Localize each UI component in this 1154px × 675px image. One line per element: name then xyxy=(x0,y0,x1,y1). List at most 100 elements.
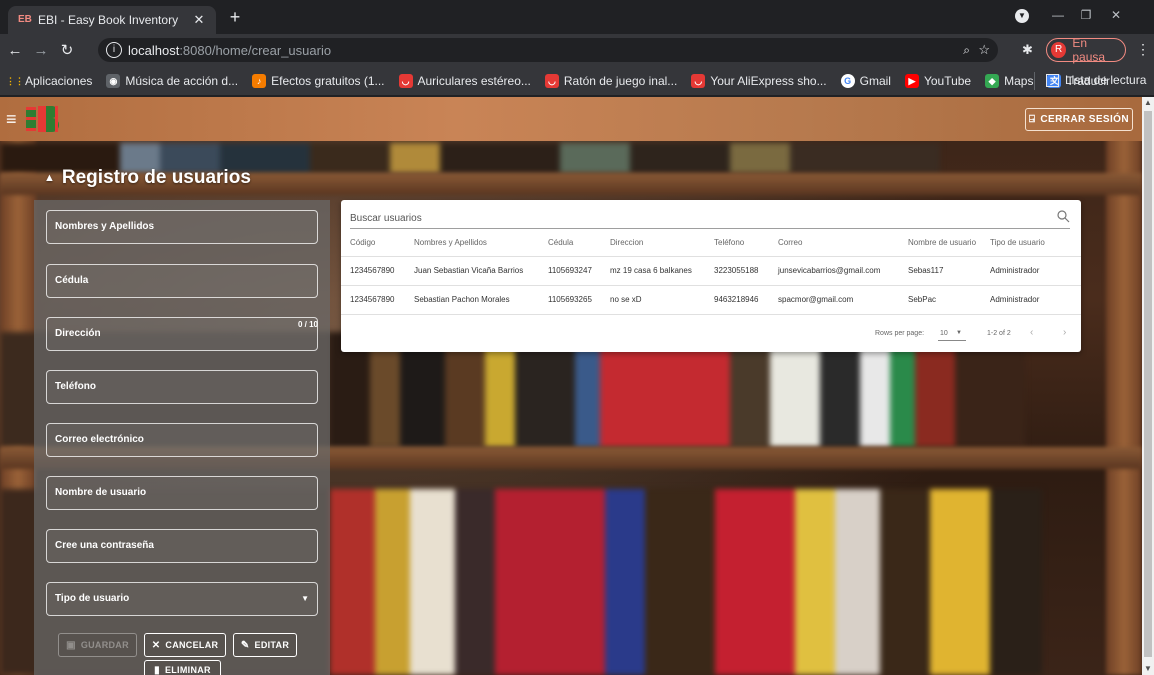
cancel-button[interactable]: ✕ CANCELAR xyxy=(144,633,226,657)
pencil-icon: ✎ xyxy=(240,639,250,651)
col-header-codigo[interactable]: Código xyxy=(341,230,405,257)
url-path: :8080/home/crear_usuario xyxy=(179,42,332,58)
col-header-correo[interactable]: Correo xyxy=(769,230,899,257)
bookmark-item[interactable]: ⋮⋮ Aplicaciones xyxy=(6,74,92,88)
password-field[interactable]: Cree una contraseña xyxy=(46,529,318,563)
col-header-telefono[interactable]: Teléfono xyxy=(705,230,769,257)
site-info-icon[interactable]: i xyxy=(106,42,122,58)
window-close-icon[interactable]: ✕ xyxy=(1102,4,1130,26)
bookmark-label: Auriculares estéreo... xyxy=(417,73,531,88)
username-field[interactable]: Nombre de usuario xyxy=(46,476,318,510)
browser-toolbar: ← → ↻ i localhost :8080/home/crear_usuar… xyxy=(0,34,1154,66)
app-page: ≡ ⍈ CERRAR SESIÓN ▲ Registro de usuarios… xyxy=(0,97,1142,675)
col-header-tipo[interactable]: Tipo de usuario xyxy=(981,230,1081,257)
extensions-puzzle-icon[interactable]: ✱ xyxy=(1022,42,1033,58)
search-users-input[interactable]: Buscar usuarios xyxy=(350,209,1070,229)
bookmark-star-icon[interactable]: ☆ xyxy=(978,42,990,58)
back-icon[interactable]: ← xyxy=(4,42,26,59)
next-page-icon[interactable]: › xyxy=(1063,327,1066,338)
restore-icon[interactable]: ❐ xyxy=(1072,4,1100,26)
tab-close-icon[interactable]: ✕ xyxy=(192,12,206,28)
table-cell: no se xD xyxy=(601,285,705,315)
profile-pause-button[interactable]: R En pausa xyxy=(1046,36,1126,64)
youtube-icon: ▶ xyxy=(904,73,919,88)
table-cell: Administrador xyxy=(981,256,1081,286)
bookmark-item[interactable]: ▶ YouTube xyxy=(904,73,972,88)
user-type-select[interactable]: Tipo de usuario ▼ xyxy=(46,582,318,616)
bookmark-item[interactable]: ◡ Your AliExpress sho... xyxy=(691,73,827,88)
browser-tab[interactable]: EB EBI - Easy Book Inventory ✕ xyxy=(8,6,216,34)
table-cell: junsevicabarrios@gmail.com xyxy=(769,256,899,286)
new-tab-icon[interactable]: + xyxy=(224,6,246,28)
rows-per-page-select[interactable]: 10 ▼ xyxy=(938,325,966,341)
phone-field-label: Teléfono xyxy=(55,381,96,392)
apps-grid-icon: ⋮⋮ xyxy=(6,75,24,86)
cedula-field[interactable]: Cédula xyxy=(46,264,318,298)
aliexpress-icon: ◡ xyxy=(544,73,559,88)
address-bar[interactable]: i localhost :8080/home/crear_usuario ⌕ ☆ xyxy=(98,38,998,62)
browser-menu-icon[interactable]: ⋮ xyxy=(1136,41,1150,58)
bookmark-label: Música de acción d... xyxy=(125,73,239,88)
bookmark-label: Maps xyxy=(1004,73,1034,88)
col-header-nombres[interactable]: Nombres y Apellidos xyxy=(405,230,539,257)
table-cell: 1234567890 xyxy=(341,256,405,286)
names-field[interactable]: Nombres y Apellidos xyxy=(46,210,318,244)
scrollbar-thumb[interactable] xyxy=(1144,111,1152,657)
reading-list-label: Lista de lectura xyxy=(1065,73,1147,87)
profile-indicator-icon[interactable]: ▼ xyxy=(1015,9,1029,23)
search-icon[interactable] xyxy=(1056,209,1070,223)
bookmark-item[interactable]: ◆ Maps xyxy=(985,73,1034,88)
reading-list-icon: ≡ xyxy=(1046,73,1059,87)
bookmark-label: Ratón de juego inal... xyxy=(563,73,678,88)
google-icon: G xyxy=(840,73,855,88)
close-icon: ✕ xyxy=(151,639,161,651)
save-label: GUARDAR xyxy=(80,640,129,650)
email-field[interactable]: Correo electrónico xyxy=(46,423,318,457)
bookmark-item[interactable]: ◉ Música de acción d... xyxy=(106,73,239,88)
table-cell: 1105693265 xyxy=(539,285,601,315)
edit-button[interactable]: ✎ EDITAR xyxy=(233,633,297,657)
prev-page-icon[interactable]: ‹ xyxy=(1030,327,1033,338)
save-button[interactable]: ▣ GUARDAR xyxy=(58,633,137,657)
scroll-down-icon[interactable]: ▼ xyxy=(1142,663,1154,675)
bookmark-item[interactable]: G Gmail xyxy=(840,73,891,88)
rows-per-page-value: 10 xyxy=(940,330,948,337)
bookmark-label: Efectos gratuitos (1... xyxy=(271,73,385,88)
table-row[interactable]: 1234567890 Sebastian Pachon Morales 1105… xyxy=(341,285,1081,315)
bookmark-item[interactable]: ◡ Ratón de juego inal... xyxy=(544,73,678,88)
hamburger-menu-icon[interactable]: ≡ xyxy=(6,109,17,130)
reading-list-button[interactable]: ≡ Lista de lectura xyxy=(1046,73,1146,87)
search-placeholder: Buscar usuarios xyxy=(350,213,422,224)
profile-avatar: R xyxy=(1051,42,1067,58)
table-cell: 9463218946 xyxy=(705,285,769,315)
pagination-range: 1-2 of 2 xyxy=(987,330,1011,337)
page-title-text: Registro de usuarios xyxy=(61,167,251,188)
zoom-icon[interactable]: ⌕ xyxy=(963,43,970,58)
col-header-usuario[interactable]: Nombre de usuario xyxy=(899,230,981,257)
col-header-direccion[interactable]: Direccion xyxy=(601,230,705,257)
table-cell: 1234567890 xyxy=(341,285,405,315)
forward-icon[interactable]: → xyxy=(30,42,52,59)
page-scrollbar[interactable]: ▲ ▼ xyxy=(1142,97,1154,675)
logout-button[interactable]: ⍈ CERRAR SESIÓN xyxy=(1025,108,1133,131)
rows-per-page-label: Rows per page: xyxy=(875,330,925,337)
table-cell: Administrador xyxy=(981,285,1081,315)
minimize-icon[interactable]: — xyxy=(1044,4,1072,26)
bookmark-item[interactable]: ◡ Auriculares estéreo... xyxy=(398,73,531,88)
pause-label: En pausa xyxy=(1072,36,1106,64)
table-cell: mz 19 casa 6 balkanes xyxy=(601,256,705,286)
reload-icon[interactable]: ↻ xyxy=(56,41,78,59)
table-cell: Sebas117 xyxy=(899,256,981,286)
bookmark-label: YouTube xyxy=(923,73,972,88)
table-row[interactable]: 1234567890 Juan Sebastian Vicaña Barrios… xyxy=(341,256,1081,286)
email-field-label: Correo electrónico xyxy=(55,434,144,445)
table-cell: Sebastian Pachon Morales xyxy=(405,285,539,315)
tab-title: EBI - Easy Book Inventory xyxy=(38,13,179,27)
delete-button[interactable]: ▮ ELIMINAR xyxy=(144,660,221,675)
bookmark-item[interactable]: ♪ Efectos gratuitos (1... xyxy=(252,73,385,88)
address-field[interactable]: Dirección xyxy=(46,317,318,351)
col-header-cedula[interactable]: Cédula xyxy=(539,230,601,257)
bookmark-label: Aplicaciones xyxy=(25,73,93,88)
scroll-up-icon[interactable]: ▲ xyxy=(1142,97,1154,109)
phone-field[interactable]: Teléfono xyxy=(46,370,318,404)
